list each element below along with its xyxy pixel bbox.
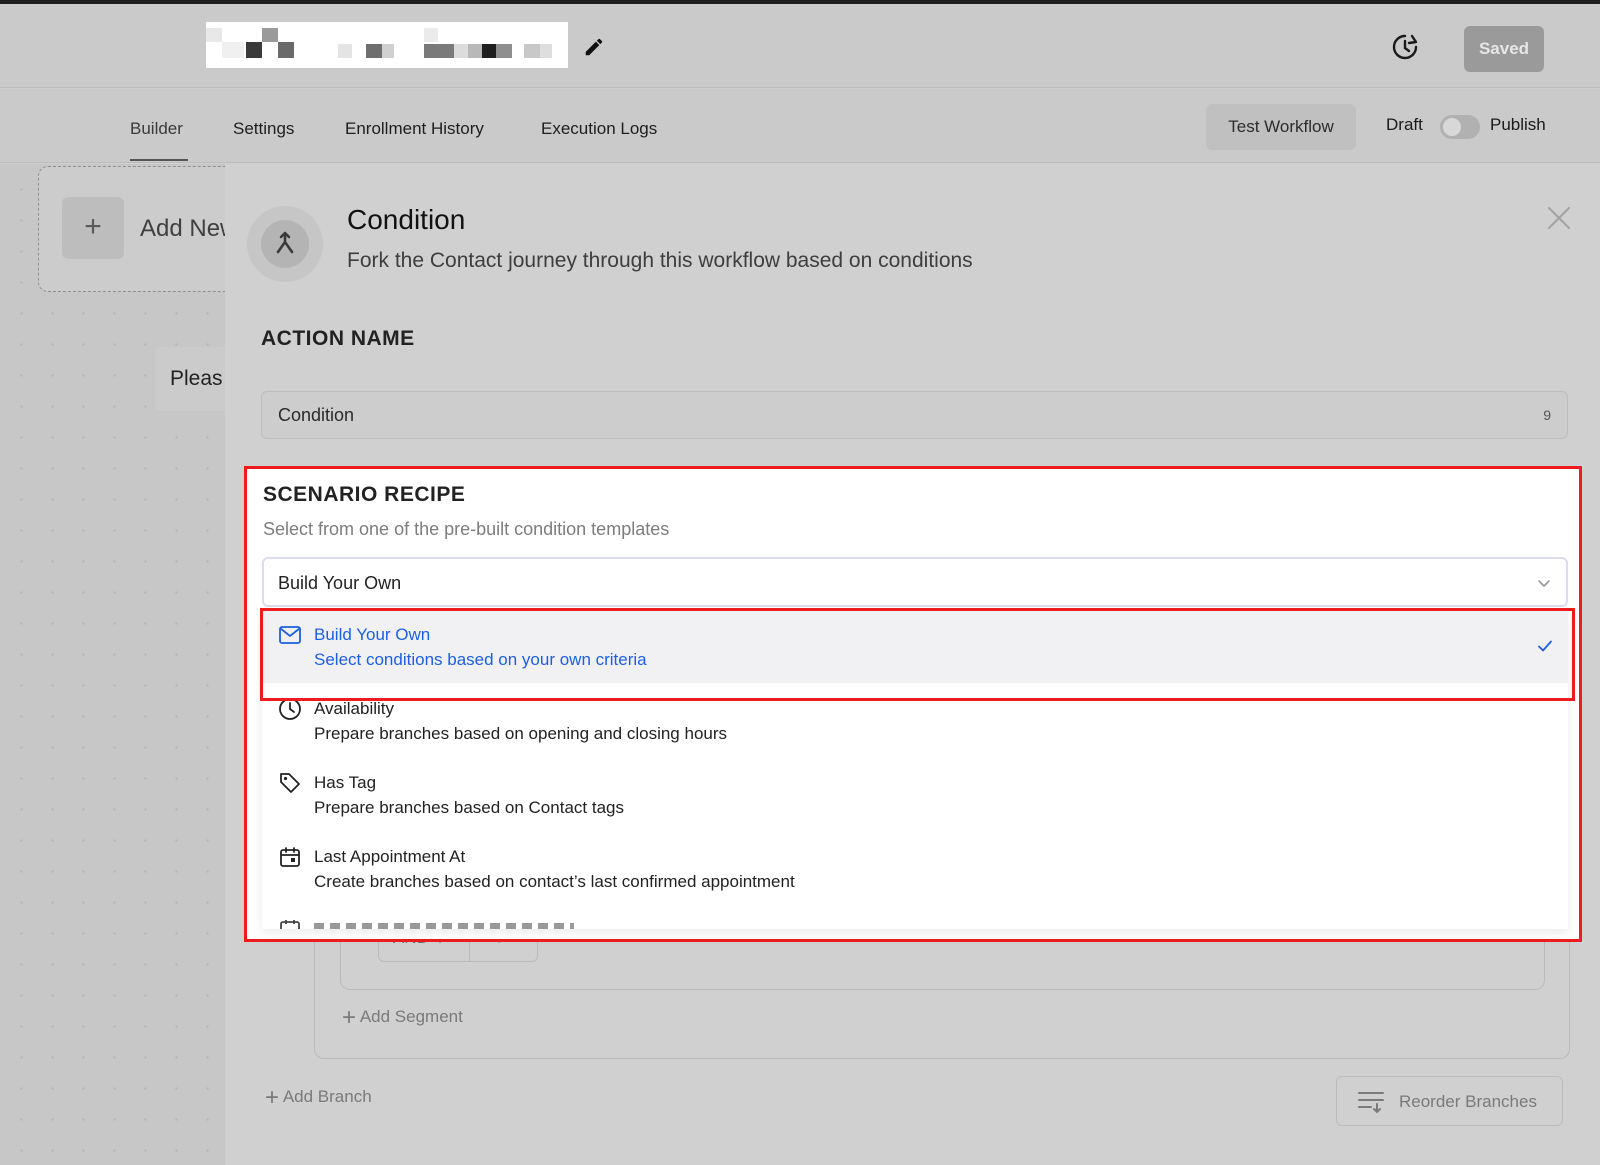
reorder-branches-label: Reorder Branches [1399, 1092, 1537, 1111]
active-tab-indicator [130, 159, 188, 161]
plus-icon: + [62, 197, 124, 259]
option-description: Prepare branches based on opening and cl… [314, 724, 728, 743]
calendar-icon [280, 847, 300, 867]
workflow-canvas: + Add New Pleas [0, 164, 238, 1165]
add-new-trigger-card[interactable]: + Add New [38, 166, 238, 292]
canvas-hint: Pleas [155, 347, 235, 411]
option-title: Last Appointment At [314, 847, 466, 866]
publish-label: Publish [1490, 115, 1546, 134]
tab-execution-logs[interactable]: Execution Logs [541, 119, 657, 139]
dropdown-option-build-your-own[interactable]: Build Your Own Select conditions based o… [262, 609, 1568, 683]
dropdown-option-has-tag[interactable]: Has Tag Prepare branches based on Contac… [262, 757, 1568, 831]
condition-icon-badge [247, 206, 323, 282]
scenario-recipe-title: SCENARIO RECIPE [263, 483, 466, 506]
check-icon [1538, 640, 1552, 652]
scenario-recipe-select[interactable]: Build Your Own [262, 557, 1568, 607]
action-name-input[interactable]: Condition 9 [261, 391, 1568, 439]
panel-title: Condition [347, 204, 466, 235]
add-new-label: Add New [140, 215, 238, 242]
chevron-down-icon [1538, 580, 1550, 587]
saved-button[interactable]: Saved [1464, 26, 1544, 72]
option-description: Prepare branches based on Contact tags [314, 798, 624, 817]
option-title: Build Your Own [314, 625, 431, 644]
test-workflow-button[interactable]: Test Workflow [1206, 104, 1356, 150]
option-title: Has Tag [314, 773, 377, 792]
canvas-hint-text: Pleas [170, 367, 223, 390]
scenario-recipe-subtitle: Select from one of the pre-built conditi… [263, 519, 670, 539]
add-segment-label: Add Segment [359, 1007, 463, 1026]
workflow-title-redacted[interactable] [206, 22, 568, 68]
toggle-knob [1443, 118, 1461, 136]
add-branch-label: Add Branch [282, 1087, 372, 1106]
add-branch-button[interactable]: + Add Branch [265, 1084, 372, 1112]
reorder-branches-button[interactable]: Reorder Branches [1336, 1076, 1563, 1126]
panel-description: Fork the Contact journey through this wo… [347, 249, 973, 272]
scenario-dropdown-menu: Build Your Own Select conditions based o… [262, 609, 1568, 929]
dropdown-option-last-appointment-at[interactable]: Last Appointment At Create branches base… [262, 831, 1568, 905]
workflow-tabs: Builder Settings Enrollment History Exec… [0, 89, 1600, 163]
action-name-label: ACTION NAME [261, 327, 415, 350]
scenario-recipe-section: SCENARIO RECIPE Select from one of the p… [244, 466, 1582, 942]
reorder-icon [1358, 1092, 1384, 1114]
tab-builder[interactable]: Builder [130, 119, 183, 139]
history-icon[interactable] [1390, 32, 1420, 62]
envelope-icon [279, 626, 301, 644]
fork-icon [276, 231, 294, 254]
tab-enrollment-history[interactable]: Enrollment History [345, 119, 484, 139]
scenario-selected-value: Build Your Own [278, 573, 402, 593]
option-title: Availability [314, 699, 395, 718]
tag-icon [280, 773, 300, 793]
dropdown-scroll-overflow [262, 909, 1568, 929]
pencil-icon[interactable] [583, 36, 605, 58]
publish-toggle[interactable] [1440, 115, 1480, 139]
option-description: Select conditions based on your own crit… [314, 650, 647, 669]
draft-label: Draft [1386, 115, 1423, 134]
option-description: Create branches based on contact’s last … [314, 872, 795, 891]
clock-icon [279, 698, 301, 720]
character-count: 9 [1543, 407, 1551, 423]
tab-settings[interactable]: Settings [233, 119, 294, 139]
add-segment-button[interactable]: + Add Segment [342, 1004, 463, 1032]
calendar-icon [280, 920, 300, 929]
dropdown-option-availability[interactable]: Availability Prepare branches based on o… [262, 683, 1568, 757]
app-header: Saved [0, 4, 1600, 88]
action-name-value: Condition [278, 405, 355, 425]
close-icon[interactable] [1545, 204, 1573, 232]
